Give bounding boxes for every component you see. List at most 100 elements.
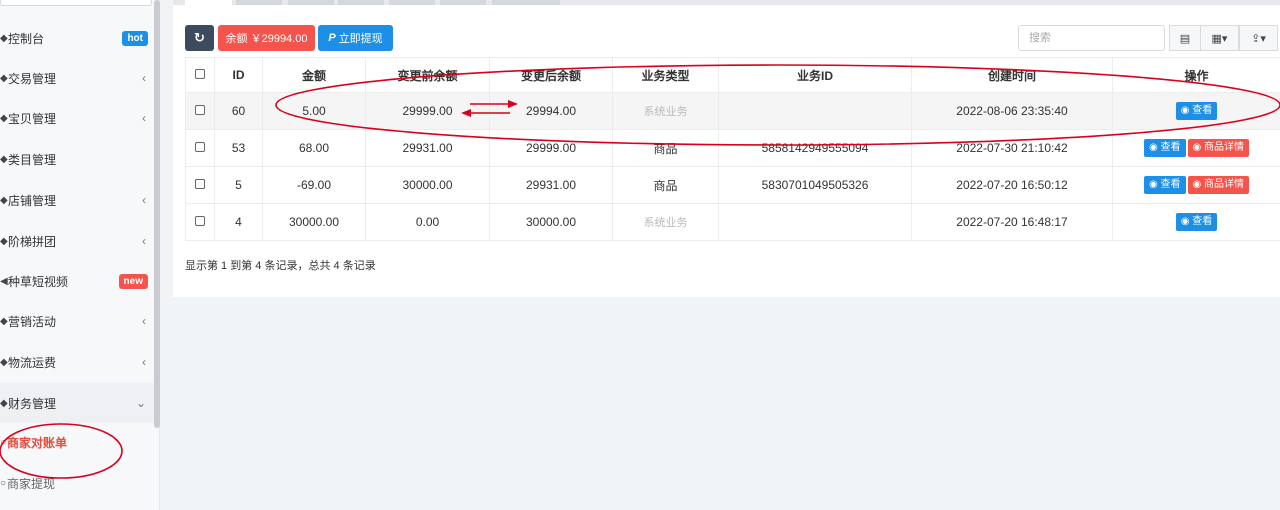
product-detail-button[interactable]: ◉ 商品详情 [1187, 176, 1250, 194]
cell-created: 2022-07-30 21:10:42 [911, 129, 1113, 167]
sidebar-item-logistics[interactable]: ◆ 物流运费 ‹ [0, 342, 154, 382]
view-label: 查看 [1160, 142, 1181, 153]
column-header[interactable]: 金额 [262, 57, 366, 93]
sidebar-item-label: 阶梯拼团 [8, 234, 57, 249]
refresh-button[interactable]: ↻ [185, 25, 214, 51]
cell-biz-id: 5830701049505326 [718, 166, 912, 204]
sidebar-scrollbar[interactable] [154, 0, 160, 428]
column-header[interactable]: 变更后余额 [489, 57, 613, 93]
column-header[interactable]: 业务类型 [612, 57, 719, 93]
export-button[interactable]: ⇪▾ [1239, 25, 1278, 51]
cell-before: 29931.00 [365, 129, 490, 167]
columns-button[interactable]: ▦▾ [1200, 25, 1239, 51]
cell-after: 29994.00 [489, 92, 613, 130]
cell-after: 30000.00 [489, 203, 613, 241]
tab-active[interactable] [185, 0, 232, 5]
sidebar-search-box[interactable] [0, 0, 152, 6]
select-all-cell[interactable] [185, 57, 215, 93]
sidebar-subitem-statement[interactable]: ○ 商家对账单 [0, 422, 154, 462]
view-label: 查看 [1160, 179, 1181, 190]
marketing-icon: ◆ [0, 315, 8, 327]
withdraw-button[interactable]: P 立即提现 [318, 25, 393, 51]
column-header[interactable]: 业务ID [718, 57, 912, 93]
table-row: 4 30000.00 0.00 30000.00 系统业务 2022-07-20… [185, 203, 1280, 241]
balance-button[interactable]: 余额 ￥29994.00 [218, 25, 315, 51]
sidebar-item-shop[interactable]: ◆ 店铺管理 ‹ [0, 180, 154, 220]
tab[interactable] [492, 0, 560, 5]
eye-icon: ◉ [1148, 142, 1158, 153]
cell-amount: 68.00 [262, 129, 366, 167]
view-button[interactable]: ◉ 查看 [1143, 176, 1186, 194]
chevron-left-icon: ‹ [142, 193, 146, 207]
products-icon: ◆ [0, 112, 8, 124]
dashboard-icon: ◆ [0, 32, 8, 44]
shop-icon: ◆ [0, 194, 8, 206]
tab[interactable] [288, 0, 334, 5]
list-icon: ▤ [1179, 32, 1191, 45]
search-input[interactable] [1018, 25, 1165, 51]
cell-id: 53 [214, 129, 263, 167]
sidebar-item-trade[interactable]: ◆ 交易管理 ‹ [0, 58, 154, 98]
view-button[interactable]: ◉ 查看 [1175, 102, 1218, 120]
sidebar-item-label: 控制台 [8, 31, 45, 46]
tab[interactable] [389, 0, 435, 5]
row-checkbox[interactable] [195, 142, 205, 152]
cell-type: 系统业务 [612, 92, 719, 130]
circle-icon: ○ [0, 477, 7, 489]
sidebar-item-category[interactable]: ◆ 类目管理 [0, 139, 154, 179]
cell-actions: ◉ 查看 ◉ 商品详情 [1112, 166, 1280, 204]
cell-id: 60 [214, 92, 263, 130]
cell-amount: 30000.00 [262, 203, 366, 241]
eye-icon: ◉ [1180, 105, 1190, 116]
table-header: ID 金额 变更前余额 变更后余额 业务类型 业务ID 创建时间 操作 [185, 57, 1280, 93]
table-row: 60 5.00 29999.00 29994.00 系统业务 2022-08-0… [185, 92, 1280, 130]
detail-label: 商品详情 [1204, 142, 1245, 153]
sidebar-item-marketing[interactable]: ◆ 营销活动 ‹ [0, 301, 154, 341]
row-checkbox[interactable] [195, 105, 205, 115]
tab[interactable] [440, 0, 486, 5]
select-all-checkbox[interactable] [195, 69, 205, 79]
eye-icon: ◉ [1148, 179, 1158, 190]
sidebar-item-group-buy[interactable]: ◆ 阶梯拼团 ‹ [0, 221, 154, 261]
row-checkbox[interactable] [195, 216, 205, 226]
view-button[interactable]: ◉ 查看 [1143, 139, 1186, 157]
product-detail-button[interactable]: ◉ 商品详情 [1187, 139, 1250, 157]
sidebar: ◆ 控制台 hot ◆ 交易管理 ‹ ◆ 宝贝管理 ‹ ◆ 类目管理 ◆ 店铺管… [0, 0, 160, 510]
sidebar-item-short-video[interactable]: ◀ 种草短视频 new [0, 261, 154, 301]
table-row: 53 68.00 29931.00 29999.00 商品 5858142949… [185, 129, 1280, 167]
eye-icon: ◉ [1192, 179, 1202, 190]
cell-actions: ◉ 查看 [1112, 92, 1280, 130]
cell-created: 2022-07-20 16:50:12 [911, 166, 1113, 204]
sidebar-item-dashboard[interactable]: ◆ 控制台 hot [0, 18, 154, 58]
cell-biz-id [718, 203, 912, 241]
balance-label: 余额 ￥29994.00 [225, 33, 308, 45]
sidebar-item-label: 财务管理 [8, 396, 57, 411]
cell-created: 2022-08-06 23:35:40 [911, 92, 1113, 130]
view-label: 查看 [1192, 216, 1213, 227]
row-checkbox[interactable] [195, 179, 205, 189]
cell-amount: 5.00 [262, 92, 366, 130]
tab[interactable] [338, 0, 384, 5]
cell-after: 29931.00 [489, 166, 613, 204]
column-header[interactable]: 创建时间 [911, 57, 1113, 93]
sidebar-item-label: 店铺管理 [8, 193, 57, 208]
statement-table: ID 金额 变更前余额 变更后余额 业务类型 业务ID 创建时间 操作 60 5… [185, 57, 1280, 241]
logistics-icon: ◆ [0, 356, 8, 368]
sidebar-subitem-withdraw[interactable]: ○ 商家提现 [0, 463, 154, 503]
pagination-summary: 显示第 1 到第 4 条记录，总共 4 条记录 [185, 260, 376, 272]
refresh-icon: ↻ [194, 30, 205, 45]
table-row: 5 -69.00 30000.00 29931.00 商品 5830701049… [185, 166, 1280, 204]
cell-biz-id [718, 92, 912, 130]
cell-amount: -69.00 [262, 166, 366, 204]
chevron-left-icon: ‹ [142, 314, 146, 328]
tab[interactable] [236, 0, 282, 5]
toggle-view-button[interactable]: ▤ [1169, 25, 1201, 51]
sidebar-item-products[interactable]: ◆ 宝贝管理 ‹ [0, 98, 154, 138]
detail-label: 商品详情 [1204, 179, 1245, 190]
sidebar-item-finance[interactable]: ◆ 财务管理 ⌄ [0, 383, 154, 423]
cell-after: 29999.00 [489, 129, 613, 167]
column-header[interactable]: 变更前余额 [365, 57, 490, 93]
sidebar-subitem-label: 商家提现 [7, 476, 56, 491]
view-button[interactable]: ◉ 查看 [1175, 213, 1218, 231]
column-header[interactable]: ID [214, 57, 263, 93]
